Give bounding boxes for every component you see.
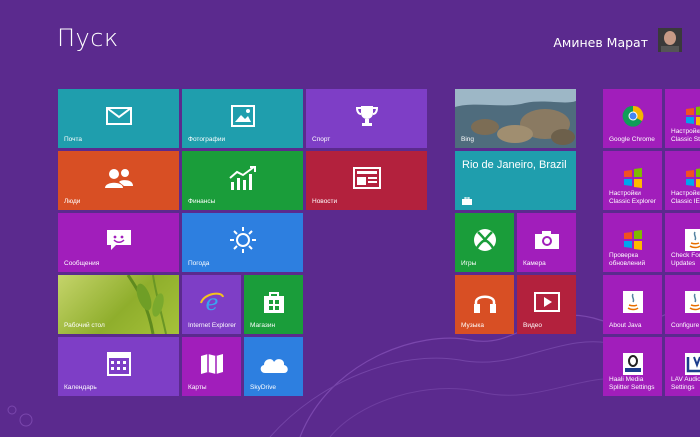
- tile-bing-label: Bing: [461, 136, 475, 143]
- news-icon: [352, 166, 381, 189]
- tile-sport-label: Спорт: [312, 136, 331, 143]
- tile-calendar[interactable]: Календарь: [58, 337, 179, 396]
- tile-finance-label: Финансы: [188, 198, 216, 205]
- tile-maps-label: Карты: [188, 384, 207, 391]
- java-icon: [684, 290, 700, 313]
- tile-about-java[interactable]: About Java: [603, 275, 662, 334]
- page-title: Пуск: [57, 24, 119, 52]
- sun-icon: [229, 226, 256, 253]
- camera-icon: [534, 230, 559, 249]
- messaging-icon: [106, 229, 131, 250]
- tile-calendar-label: Календарь: [64, 384, 97, 391]
- calendar-icon: [106, 351, 131, 376]
- tile-camera-label: Камера: [523, 260, 546, 267]
- tile-classic-explorer-label: Настройки Classic Explorer: [609, 190, 656, 205]
- tile-photos[interactable]: Фотографии: [182, 89, 303, 148]
- tile-check-updates-label: Проверка обновлений: [609, 252, 646, 267]
- tile-sport[interactable]: Спорт: [306, 89, 427, 148]
- store-bag-icon: [263, 291, 284, 313]
- user-name[interactable]: Аминев Марат: [553, 35, 648, 50]
- internet-explorer-icon: e: [199, 291, 224, 313]
- photos-icon: [230, 104, 255, 127]
- tile-photos-label: Фотографии: [188, 136, 226, 143]
- tile-lav-audio[interactable]: LAV Audio Settings: [665, 337, 700, 396]
- java-icon: [684, 228, 700, 251]
- map-icon: [200, 353, 223, 374]
- tile-people[interactable]: Люди: [58, 151, 179, 210]
- suitcase-icon: [462, 197, 472, 205]
- finance-chart-icon: [228, 165, 256, 190]
- tile-news-label: Новости: [312, 198, 338, 205]
- tile-configure-java-label: Configure: [671, 322, 700, 329]
- tile-ie[interactable]: e Internet Explorer: [182, 275, 241, 334]
- video-play-icon: [533, 291, 560, 312]
- classic-shell-icon: [623, 229, 642, 250]
- cloud-icon: [260, 358, 288, 373]
- tile-classic-ie[interactable]: Настройки Classic IE9: [665, 151, 700, 210]
- tile-haali-label: Haali Media Splitter Settings: [609, 376, 655, 391]
- tile-lav-audio-label: LAV Audio Settings: [671, 376, 700, 391]
- tile-about-java-label: About Java: [609, 322, 642, 329]
- tile-classic-explorer[interactable]: Настройки Classic Explorer: [603, 151, 662, 210]
- tile-people-label: Люди: [64, 198, 81, 205]
- headphones-icon: [473, 295, 496, 313]
- tile-mail[interactable]: Почта: [58, 89, 179, 148]
- classic-shell-icon: [685, 167, 700, 188]
- tile-java-updates-label: Check For Updates: [671, 252, 700, 267]
- tile-bing[interactable]: Bing: [455, 89, 576, 148]
- tile-camera[interactable]: Камера: [517, 213, 576, 272]
- tile-store-label: Магазин: [250, 322, 276, 329]
- tile-ie-label: Internet Explorer: [188, 322, 237, 329]
- tile-messages[interactable]: Сообщения: [58, 213, 179, 272]
- tile-music-label: Музыка: [461, 322, 484, 329]
- tile-travel[interactable]: Rio de Janeiro, Brazil: [455, 151, 576, 210]
- tile-desktop[interactable]: Рабочий стол: [58, 275, 179, 334]
- java-icon: [622, 290, 643, 313]
- tile-games-label: Игры: [461, 260, 477, 267]
- tile-weather-label: Погода: [188, 260, 210, 267]
- tile-java-updates[interactable]: Check For Updates: [665, 213, 700, 272]
- tile-desktop-label: Рабочий стол: [64, 322, 105, 329]
- classic-shell-icon: [685, 105, 700, 126]
- tile-games[interactable]: Игры: [455, 213, 514, 272]
- tile-store[interactable]: Магазин: [244, 275, 303, 334]
- tile-video[interactable]: Видео: [517, 275, 576, 334]
- user-avatar[interactable]: [658, 28, 682, 52]
- tile-classic-start[interactable]: Настройки Classic Sta...: [665, 89, 700, 148]
- tile-weather[interactable]: Погода: [182, 213, 303, 272]
- tile-mail-label: Почта: [64, 136, 83, 143]
- tile-check-updates[interactable]: Проверка обновлений: [603, 213, 662, 272]
- tile-chrome[interactable]: Google Chrome: [603, 89, 662, 148]
- haali-splitter-icon: [622, 352, 643, 375]
- tile-finance[interactable]: Финансы: [182, 151, 303, 210]
- chrome-icon: [622, 105, 643, 127]
- tile-chrome-label: Google Chrome: [609, 136, 655, 143]
- travel-city: Rio de Janeiro, Brazil: [462, 159, 567, 171]
- tile-classic-start-label: Настройки Classic Sta...: [671, 128, 700, 143]
- tile-configure-java[interactable]: Configure: [665, 275, 700, 334]
- people-icon: [104, 168, 133, 188]
- mail-icon: [105, 106, 132, 125]
- tile-skydrive[interactable]: SkyDrive: [244, 337, 303, 396]
- trophy-icon: [355, 105, 378, 126]
- tile-messages-label: Сообщения: [64, 260, 100, 267]
- lav-audio-icon: [684, 352, 700, 375]
- xbox-icon: [473, 228, 496, 251]
- tile-maps[interactable]: Карты: [182, 337, 241, 396]
- tile-news[interactable]: Новости: [306, 151, 427, 210]
- tile-classic-ie-label: Настройки Classic IE9: [671, 190, 700, 205]
- tile-music[interactable]: Музыка: [455, 275, 514, 334]
- tile-skydrive-label: SkyDrive: [250, 384, 277, 391]
- classic-shell-icon: [623, 167, 642, 188]
- tile-haali[interactable]: Haali Media Splitter Settings: [603, 337, 662, 396]
- avatar-icon: [658, 28, 682, 52]
- tile-video-label: Видео: [523, 322, 542, 329]
